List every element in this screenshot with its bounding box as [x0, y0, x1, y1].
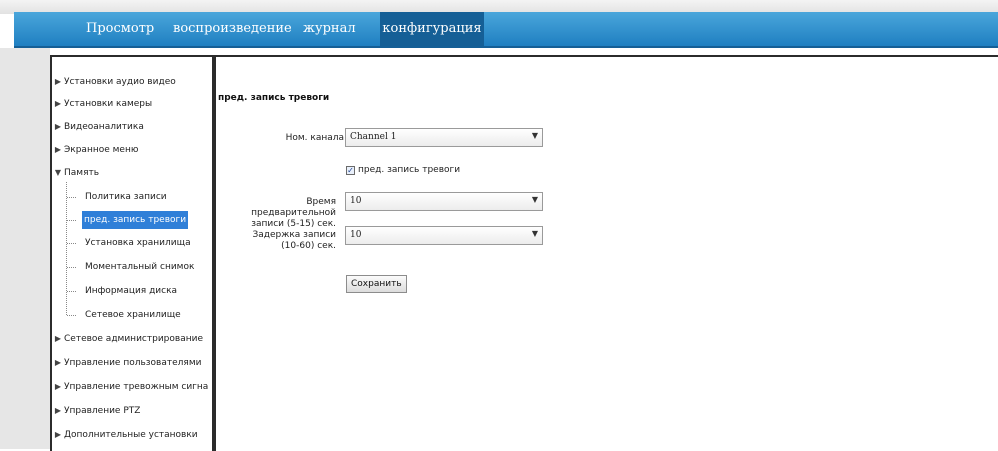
sidebar-item-audio-video[interactable]: ▶ Установки аудио видео	[52, 73, 176, 91]
prerecord-time-label-line1: Время предварительной	[251, 197, 336, 218]
save-button[interactable]: Сохранить	[346, 275, 407, 293]
sidebar-item-alarm-management[interactable]: ▶Управление тревожным сигналом	[52, 378, 208, 396]
sidebar-item-user-management[interactable]: ▶ Управление пользователями	[52, 354, 202, 372]
expand-arrow-icon: ▶	[54, 145, 62, 154]
record-delay-select-value: 10	[350, 230, 362, 240]
sidebar-subitem-disk-info[interactable]: Информация диска	[85, 282, 177, 300]
dropdown-arrow-icon: ▼	[531, 195, 538, 204]
dropdown-arrow-icon: ▼	[531, 229, 538, 238]
sidebar-subitem-record-policy[interactable]: Политика записи	[85, 188, 167, 206]
channel-label: Ном. канала	[285, 133, 344, 143]
record-delay-label-line1: Задержка записи	[252, 230, 336, 240]
sidebar-item-label: Дополнительные установки	[64, 430, 198, 440]
sidebar-item-label: Управление PTZ	[64, 406, 141, 416]
record-delay-select[interactable]: 10 ▼	[345, 226, 543, 245]
expand-arrow-icon: ▶	[54, 430, 62, 439]
expand-arrow-icon: ▶	[54, 77, 62, 86]
tree-branch	[67, 315, 76, 316]
sidebar-item-label: Управление пользователями	[64, 358, 202, 368]
sidebar-subitem-snapshot[interactable]: Моментальный снимок	[85, 258, 194, 276]
alarm-prerecord-checkbox[interactable]: ✓	[346, 166, 355, 175]
expand-arrow-icon: ▶	[54, 382, 62, 391]
expand-arrow-icon: ▶	[54, 334, 62, 343]
tree-branch	[67, 291, 76, 292]
sidebar-item-label: Экранное меню	[64, 145, 139, 155]
tab-configuration[interactable]: конфигурация	[380, 12, 484, 46]
expand-arrow-icon: ▶	[54, 99, 62, 108]
prerecord-time-select[interactable]: 10 ▼	[345, 192, 543, 211]
sidebar-item-ptz[interactable]: ▶ Управление PTZ	[52, 402, 141, 420]
sidebar-item-osd[interactable]: ▶ Экранное меню	[52, 141, 139, 159]
tab-view[interactable]: Просмотр	[86, 12, 154, 46]
alarm-prerecord-checkbox-label: пред. запись тревоги	[358, 165, 461, 175]
tree-branch	[67, 197, 76, 198]
prerecord-time-select-value: 10	[350, 196, 362, 206]
tree-branch	[67, 243, 76, 244]
tab-playback[interactable]: воспроизведение	[173, 12, 292, 46]
sidebar-subitem-alarm-prerecord[interactable]: пред. запись тревоги	[80, 210, 190, 230]
sidebar-item-label: Управление тревожным сигналом	[64, 382, 208, 392]
settings-main-panel: пред. запись тревоги Ном. канала Channel…	[214, 55, 998, 451]
sidebar-item-label: Установки камеры	[64, 99, 153, 109]
tree-branch	[67, 267, 76, 268]
sidebar-item-memory[interactable]: ▼ Память	[52, 164, 99, 182]
dropdown-arrow-icon: ▼	[531, 131, 538, 140]
expand-arrow-icon: ▶	[54, 406, 62, 415]
channel-select-value: Channel 1	[350, 132, 397, 142]
top-nav-bar: Просмотр воспроизведение журнал конфигур…	[14, 12, 998, 48]
sidebar-subitem-network-storage[interactable]: Сетевое хранилище	[85, 306, 181, 324]
channel-select[interactable]: Channel 1 ▼	[345, 128, 543, 147]
settings-sidebar: ▶ Установки аудио видео ▶ Установки камеры…	[50, 55, 214, 451]
prerecord-time-label: Время предварительной записи (5-15) сек.	[222, 197, 336, 230]
sidebar-item-label: Сетевое администрирование	[64, 334, 203, 344]
prerecord-time-label-line2: записи (5-15) сек.	[251, 219, 336, 229]
left-gutter	[0, 48, 50, 449]
tab-log[interactable]: журнал	[303, 12, 356, 46]
sidebar-item-camera[interactable]: ▶ Установки камеры	[52, 95, 152, 113]
sidebar-item-advanced[interactable]: ▶ Дополнительные установки	[52, 426, 198, 444]
sidebar-subitem-storage-setup[interactable]: Установка хранилища	[85, 234, 191, 252]
sidebar-item-network-admin[interactable]: ▶ Сетевое администрирование	[52, 330, 203, 348]
record-delay-label: Задержка записи (10-60) сек.	[242, 230, 336, 252]
sidebar-item-video-analytics[interactable]: ▶ Видеоаналитика	[52, 118, 144, 136]
page-title: пред. запись тревоги	[218, 93, 330, 103]
sidebar-item-label: Видеоаналитика	[64, 122, 144, 132]
tree-branch	[67, 220, 76, 221]
sidebar-item-label: Установки аудио видео	[64, 77, 176, 87]
expand-arrow-icon: ▶	[54, 358, 62, 367]
record-delay-label-line2: (10-60) сек.	[281, 241, 336, 251]
collapse-arrow-icon: ▼	[54, 168, 62, 177]
sidebar-item-label: Память	[64, 168, 100, 178]
expand-arrow-icon: ▶	[54, 122, 62, 131]
tree-connector-line	[66, 182, 67, 315]
